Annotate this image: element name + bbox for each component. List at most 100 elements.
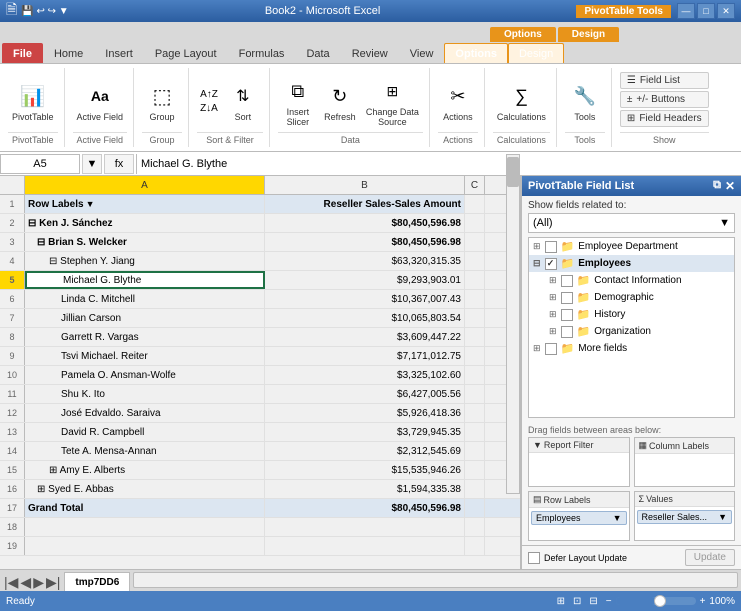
formula-input[interactable] (136, 154, 741, 174)
field-employee-department[interactable]: ⊞ 📁 Employee Department (529, 238, 734, 255)
cell-a17[interactable]: Grand Total (25, 499, 265, 517)
field-headers-button[interactable]: ⊞ Field Headers (620, 110, 709, 127)
options-tab[interactable]: Options (490, 27, 556, 42)
view-break-icon[interactable]: ⊟ (589, 596, 597, 607)
cell-b18[interactable] (265, 518, 465, 536)
cell-b14[interactable]: $2,312,545.69 (265, 442, 465, 460)
cell-b17[interactable]: $80,450,596.98 (265, 499, 465, 517)
tab-design[interactable]: Design (508, 43, 564, 63)
name-box-dropdown[interactable]: ▼ (82, 154, 102, 174)
cell-a5[interactable]: Michael G. Blythe (25, 271, 265, 289)
maximize-button[interactable]: □ (697, 3, 715, 19)
chip-dropdown-employees[interactable]: ▼ (613, 513, 622, 523)
cell-b16[interactable]: $1,594,335.38 (265, 480, 465, 498)
cell-b6[interactable]: $10,367,007.43 (265, 290, 465, 308)
filter-icon[interactable]: ▼ (86, 199, 95, 209)
design-tab[interactable]: Design (558, 27, 619, 42)
pivot-area-column-labels[interactable]: ▦ Column Labels (634, 437, 736, 487)
cell-a14[interactable]: Tete A. Mensa-Annan (25, 442, 265, 460)
sheet-tab-tmp7dd6[interactable]: tmp7DD6 (64, 572, 130, 591)
field-contact-info[interactable]: ⊞ 📁 Contact Information (529, 272, 734, 289)
pivot-dropdown[interactable]: (All) ▼ (528, 213, 735, 233)
change-data-source-button[interactable]: ⊞ Change DataSource (362, 73, 423, 129)
cell-b15[interactable]: $15,535,946.26 (265, 461, 465, 479)
pivot-chip-employees[interactable]: Employees ▼ (531, 511, 627, 525)
cell-b10[interactable]: $3,325,102.60 (265, 366, 465, 384)
cell-b4[interactable]: $63,320,315.35 (265, 252, 465, 270)
refresh-button[interactable]: ↻ Refresh (320, 78, 360, 124)
cell-a12[interactable]: José Edvaldo. Saraiva (25, 404, 265, 422)
field-list-button[interactable]: ☰ Field List (620, 72, 709, 89)
tab-view[interactable]: View (399, 43, 445, 63)
tab-insert[interactable]: Insert (94, 43, 144, 63)
cell-a10[interactable]: Pamela O. Ansman-Wolfe (25, 366, 265, 384)
function-button[interactable]: fx (104, 154, 134, 174)
cell-b19[interactable] (265, 537, 465, 555)
tab-review[interactable]: Review (341, 43, 399, 63)
col-header-a[interactable]: A (25, 176, 265, 194)
defer-checkbox[interactable] (528, 552, 540, 564)
tools-button[interactable]: 🔧 Tools (565, 78, 605, 124)
pivot-area-row-labels[interactable]: ▤ Row Labels Employees ▼ (528, 491, 630, 541)
field-checkbox[interactable] (545, 241, 557, 253)
insert-slicer-button[interactable]: ⧉ InsertSlicer (278, 73, 318, 129)
actions-button[interactable]: ✂ Actions (438, 78, 478, 124)
cell-a13[interactable]: David R. Campbell (25, 423, 265, 441)
close-button[interactable]: ✕ (717, 3, 735, 19)
pivot-area-values[interactable]: Σ Values Reseller Sales... ▼ (634, 491, 736, 541)
cell-a8[interactable]: Garrett R. Vargas (25, 328, 265, 346)
cell-a7[interactable]: Jillian Carson (25, 309, 265, 327)
update-button[interactable]: Update (685, 549, 735, 566)
cell-b5[interactable]: $9,293,903.01 (265, 271, 465, 289)
vertical-scrollbar[interactable] (506, 176, 520, 494)
field-history[interactable]: ⊞ 📁 History (529, 306, 734, 323)
cell-a2[interactable]: ⊟ Ken J. Sánchez (25, 214, 265, 232)
cell-a1[interactable]: Row Labels ▼ (25, 195, 265, 213)
pivot-chip-sales[interactable]: Reseller Sales... ▼ (637, 510, 733, 524)
field-checkbox-demo[interactable] (561, 292, 573, 304)
sheet-nav-next[interactable]: ▶ (33, 574, 44, 591)
cell-a16[interactable]: ⊞ Syed E. Abbas (25, 480, 265, 498)
view-page-icon[interactable]: ⊡ (573, 596, 581, 607)
field-checkbox-more[interactable] (545, 343, 557, 355)
field-checkbox-history[interactable] (561, 309, 573, 321)
tab-home[interactable]: Home (43, 43, 94, 63)
zoom-thumb[interactable] (654, 595, 666, 607)
tab-page-layout[interactable]: Page Layout (144, 43, 228, 63)
cell-a15[interactable]: ⊞ Amy E. Alberts (25, 461, 265, 479)
cell-b13[interactable]: $3,729,945.35 (265, 423, 465, 441)
cell-a9[interactable]: Tsvi Michael. Reiter (25, 347, 265, 365)
sort-za-button[interactable]: Z↓A (197, 102, 221, 115)
pivot-close-icon[interactable]: ✕ (725, 179, 735, 193)
cell-b8[interactable]: $3,609,447.22 (265, 328, 465, 346)
view-normal-icon[interactable]: ⊞ (557, 596, 565, 607)
plus-minus-button[interactable]: ± +/- Buttons (620, 91, 709, 108)
sheet-nav-prev[interactable]: ◀ (20, 574, 31, 591)
tab-formulas[interactable]: Formulas (228, 43, 296, 63)
cell-b7[interactable]: $10,065,803.54 (265, 309, 465, 327)
cell-a11[interactable]: Shu K. Ito (25, 385, 265, 403)
field-organization[interactable]: ⊞ 📁 Organization (529, 323, 734, 340)
cell-b2[interactable]: $80,450,596.98 (265, 214, 465, 232)
col-header-c[interactable]: C (465, 176, 485, 194)
cell-a19[interactable] (25, 537, 265, 555)
cell-a18[interactable] (25, 518, 265, 536)
field-checkbox-org[interactable] (561, 326, 573, 338)
field-checkbox-contact[interactable] (561, 275, 573, 287)
sheet-nav-last[interactable]: ▶| (46, 574, 60, 591)
cell-b12[interactable]: $5,926,418.36 (265, 404, 465, 422)
cell-a4[interactable]: ⊟ Stephen Y. Jiang (25, 252, 265, 270)
cell-a6[interactable]: Linda C. Mitchell (25, 290, 265, 308)
active-field-button[interactable]: Aa Active Field (73, 78, 128, 124)
cell-a3[interactable]: ⊟ Brian S. Welcker (25, 233, 265, 251)
chip-dropdown-sales[interactable]: ▼ (718, 512, 727, 522)
zoom-out-button[interactable]: − (606, 596, 612, 607)
cell-b3[interactable]: $80,450,596.98 (265, 233, 465, 251)
sheet-nav-first[interactable]: |◀ (4, 574, 18, 591)
pivot-area-report-filter[interactable]: ▼ Report Filter (528, 437, 630, 487)
sort-button[interactable]: ⇅ Sort (223, 78, 263, 124)
field-employees[interactable]: ⊟ ✓ 📁 Employees (529, 255, 734, 272)
calculations-button[interactable]: ∑ Calculations (493, 78, 550, 124)
tab-options[interactable]: Options (444, 43, 508, 63)
cell-b9[interactable]: $7,171,012.75 (265, 347, 465, 365)
